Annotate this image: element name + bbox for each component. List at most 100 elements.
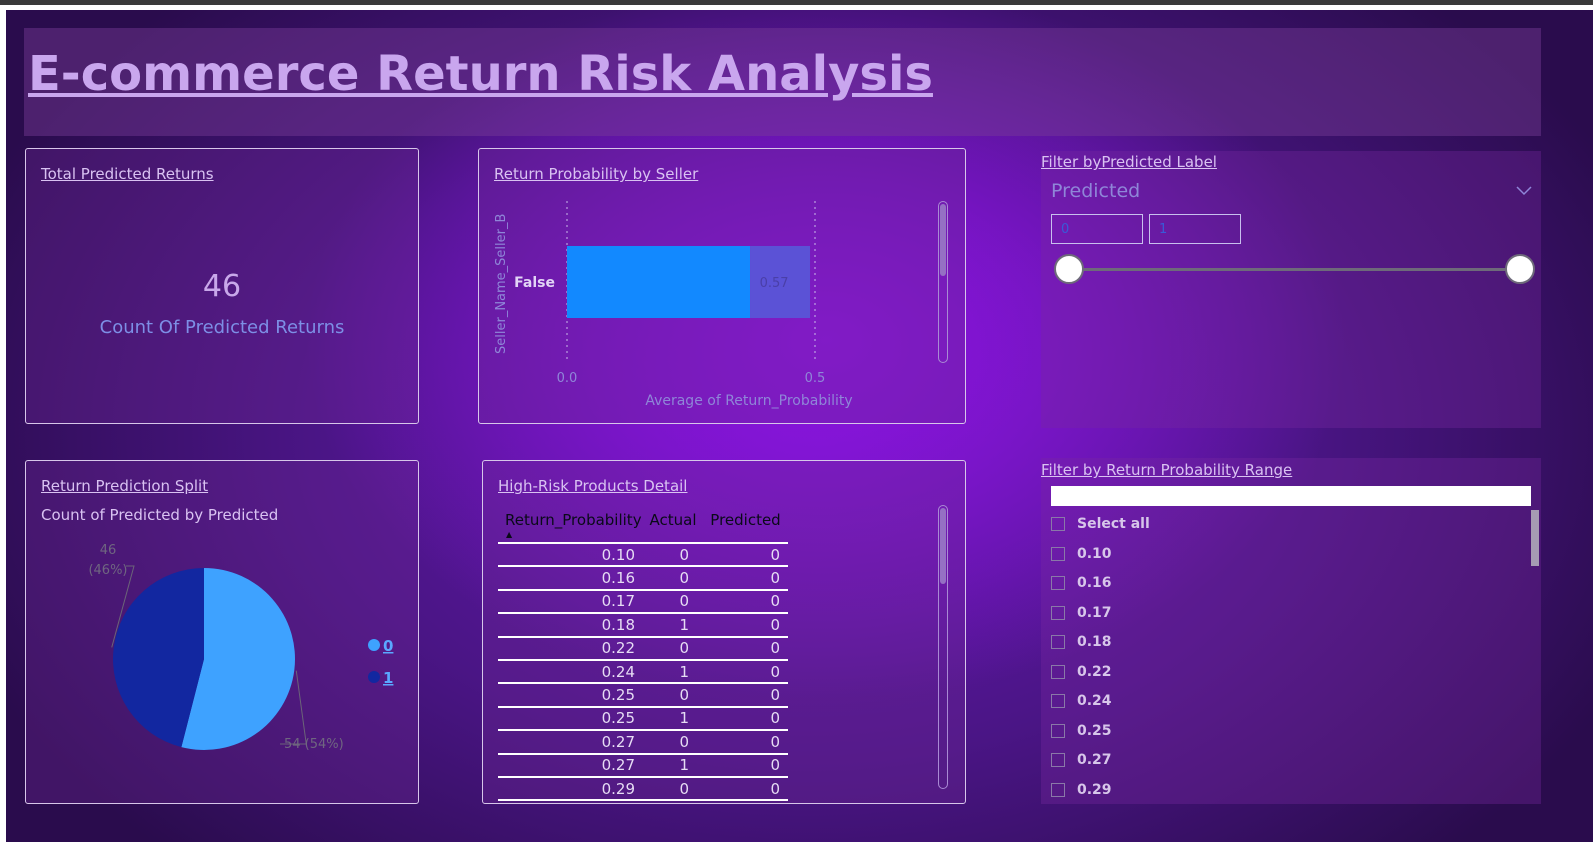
- legend-item[interactable]: 1: [383, 669, 393, 687]
- table-row[interactable]: 0.27 1 0: [498, 753, 788, 778]
- legend-item[interactable]: 0: [383, 637, 393, 655]
- table-card[interactable]: High-Risk Products Detail Return_Probabi…: [482, 460, 966, 804]
- predicted-slicer[interactable]: Filter byPredicted Label Predicted 0 1: [1041, 151, 1541, 428]
- probability-item-label: 0.10: [1077, 545, 1112, 562]
- bar-x-axis-label: Average of Return_Probability: [645, 393, 852, 409]
- checkbox[interactable]: [1051, 664, 1065, 679]
- table-row[interactable]: 0.24 1 0: [498, 659, 788, 685]
- page-title: E-commerce Return Risk Analysis: [28, 46, 933, 102]
- probability-item[interactable]: 0.25: [1051, 721, 1112, 741]
- checkbox[interactable]: [1051, 723, 1065, 738]
- table-scrollbar-thumb[interactable]: [940, 508, 946, 584]
- table-cell: 0: [643, 543, 703, 568]
- checkbox[interactable]: [1051, 782, 1065, 797]
- table-cell: 0.27: [498, 730, 643, 755]
- table-title: High-Risk Products Detail: [498, 477, 688, 495]
- table-cell: 0.18: [498, 613, 643, 638]
- range-slider-max-handle[interactable]: [1505, 254, 1535, 284]
- kpi-value: 46: [202, 269, 242, 304]
- column-header[interactable]: Predicted: [703, 505, 788, 544]
- checkbox[interactable]: [1051, 605, 1065, 620]
- bar-chart-card[interactable]: Return Probability by Seller Seller_Name…: [478, 148, 966, 424]
- table-cell: 0: [643, 683, 703, 708]
- table-cell: 0.16: [498, 566, 643, 591]
- table-cell: 0: [643, 636, 703, 661]
- bar-data-label: 0.57: [760, 276, 789, 291]
- probability-item[interactable]: 0.18: [1051, 632, 1112, 652]
- table-cell: 0.24: [498, 659, 643, 685]
- probability-slicer[interactable]: Filter by Return Probability Range Selec…: [1041, 458, 1541, 804]
- table-cell: 0.22: [498, 636, 643, 661]
- probability-search-input[interactable]: [1051, 486, 1531, 506]
- checkbox[interactable]: [1051, 753, 1065, 767]
- table-row[interactable]: 0.17 0 0: [498, 589, 788, 615]
- table-cell: 0: [703, 566, 788, 591]
- checkbox[interactable]: [1051, 635, 1065, 649]
- sort-ascending-icon[interactable]: ▲: [506, 530, 512, 539]
- table-cell: 0: [703, 613, 788, 638]
- checkbox[interactable]: [1051, 576, 1065, 590]
- kpi-label: Count Of Predicted Returns: [99, 317, 345, 338]
- table-row[interactable]: 0.29 0 0: [498, 776, 788, 802]
- probability-item-label: 0.18: [1077, 634, 1112, 650]
- detail-table: Return_Probability ▲ Actual Predicted 0.10 0 0…: [498, 505, 788, 802]
- probability-item[interactable]: 0.10: [1051, 544, 1112, 564]
- table-scrollbar[interactable]: [938, 505, 948, 789]
- table-cell: 0: [703, 589, 788, 615]
- kpi-card-title: Total Predicted Returns: [41, 165, 214, 183]
- table-cell: 0.17: [498, 589, 643, 615]
- probability-slicer-title: Filter by Return Probability Range: [1041, 461, 1293, 479]
- checkbox[interactable]: [1051, 517, 1065, 531]
- table-row[interactable]: 0.25 1 0: [498, 706, 788, 732]
- pie-chart-card[interactable]: Return Prediction Split Count of Predict…: [25, 460, 419, 804]
- range-slider-min-handle[interactable]: [1054, 254, 1084, 284]
- probability-item[interactable]: 0.29: [1051, 780, 1112, 800]
- pie-data-label: 46: [100, 543, 117, 558]
- table-row[interactable]: 0.18 1 0: [498, 613, 788, 638]
- probability-item[interactable]: 0.24: [1051, 691, 1112, 711]
- checkbox[interactable]: [1051, 694, 1065, 708]
- select-all-item[interactable]: Select all: [1051, 514, 1150, 534]
- probability-item-label: 0.22: [1077, 663, 1112, 680]
- table-cell: 0: [703, 659, 788, 685]
- column-header[interactable]: Return_Probability ▲: [498, 505, 643, 544]
- table-row[interactable]: 0.27 0 0: [498, 730, 788, 755]
- table-cell: 0: [703, 753, 788, 778]
- bar-category-label: False: [514, 275, 555, 291]
- probability-item[interactable]: 0.16: [1051, 573, 1112, 593]
- probability-list-scrollbar[interactable]: [1531, 510, 1539, 566]
- table-row[interactable]: 0.10 0 0: [498, 543, 788, 568]
- table-cell: 0: [643, 589, 703, 615]
- probability-item[interactable]: 0.27: [1051, 750, 1112, 770]
- table-row[interactable]: 0.25 0 0: [498, 683, 788, 708]
- pie-chart: 54 (54%) 46 (46%) 0 1: [88, 543, 393, 752]
- bar[interactable]: [567, 246, 751, 318]
- table-row[interactable]: 0.22 0 0: [498, 636, 788, 661]
- range-min-input[interactable]: 0: [1051, 214, 1143, 244]
- report-canvas: E-commerce Return Risk Analysis Total Pr…: [6, 10, 1593, 842]
- table-cell: 0.25: [498, 683, 643, 708]
- table-cell: 0.27: [498, 753, 643, 778]
- probability-item[interactable]: 0.17: [1051, 603, 1112, 623]
- probability-item[interactable]: 0.22: [1051, 662, 1112, 682]
- window-top-border: [0, 0, 1593, 5]
- legend-marker: [368, 639, 380, 651]
- table-cell: 1: [643, 659, 703, 685]
- chevron-down-icon[interactable]: [1516, 186, 1532, 196]
- table-cell: 0: [703, 683, 788, 708]
- kpi-card[interactable]: Total Predicted Returns 46 Count Of Pred…: [25, 148, 419, 424]
- table-cell: 0: [703, 706, 788, 732]
- checkbox[interactable]: [1051, 546, 1065, 561]
- predicted-slicer-field: Predicted: [1051, 180, 1141, 202]
- column-header[interactable]: Actual: [643, 505, 703, 544]
- probability-item-label: Select all: [1077, 516, 1150, 532]
- table-cell: 0.29: [498, 776, 643, 802]
- table-row[interactable]: 0.16 0 0: [498, 566, 788, 591]
- probability-item-label: 0.24: [1077, 693, 1112, 709]
- range-max-input[interactable]: 1: [1149, 214, 1241, 244]
- range-slider-track[interactable]: [1069, 268, 1521, 271]
- table-cell: 1: [643, 706, 703, 732]
- table-cell: 0.25: [498, 706, 643, 732]
- bar-scrollbar[interactable]: [938, 201, 948, 363]
- bar-scrollbar-thumb[interactable]: [940, 204, 946, 276]
